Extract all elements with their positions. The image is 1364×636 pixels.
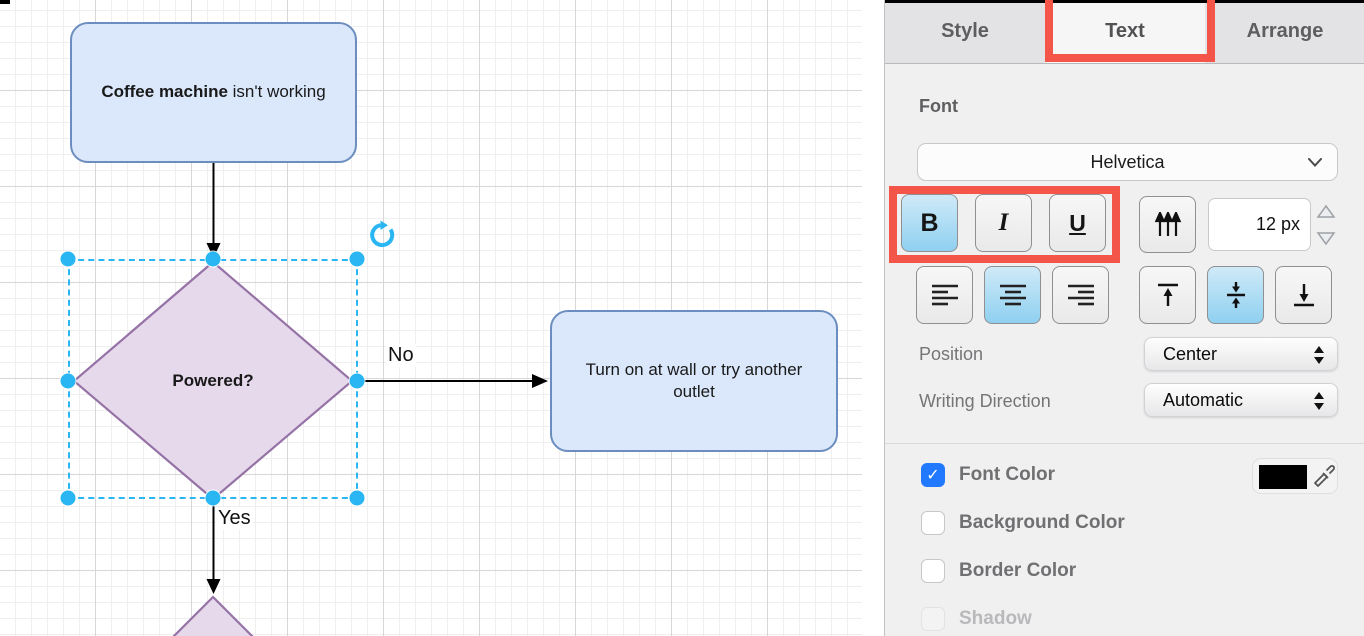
position-select[interactable]: Center (1144, 337, 1338, 371)
align-center-icon (998, 283, 1028, 307)
valign-bottom-button[interactable] (1275, 266, 1332, 324)
eyedropper-icon (1311, 464, 1337, 490)
position-label: Position (919, 344, 983, 365)
tab-arrange[interactable]: Arrange (1205, 0, 1364, 63)
color-swatch (1259, 465, 1307, 489)
background-color-checkbox[interactable] (921, 511, 945, 535)
align-right-button[interactable] (1052, 266, 1109, 324)
edge-powered-outlet[interactable] (358, 374, 548, 388)
node-turn-on-outlet[interactable]: Turn on at wall or try another outlet (550, 310, 838, 452)
font-family-dropdown[interactable]: Helvetica (917, 143, 1338, 181)
font-size-input[interactable]: 12 px (1208, 198, 1311, 251)
edge-start-powered[interactable] (207, 163, 221, 258)
italic-button[interactable]: I (975, 194, 1032, 252)
background-color-label: Background Color (959, 512, 1125, 534)
font-color-row: ✓ Font Color (921, 463, 1055, 487)
tab-text[interactable]: Text (1045, 0, 1205, 63)
valign-bottom-icon (1290, 281, 1318, 309)
align-left-button[interactable] (916, 266, 973, 324)
underline-icon: U (1069, 210, 1086, 237)
diagram-canvas[interactable]: Coffee machine isn't working Powered? Tu… (0, 0, 884, 636)
resize-handle-w[interactable] (61, 374, 76, 389)
writing-direction-value: Automatic (1163, 390, 1243, 411)
bold-button[interactable]: B (901, 194, 958, 252)
writing-direction-label: Writing Direction (919, 391, 1051, 412)
font-color-checkbox[interactable]: ✓ (921, 463, 945, 487)
node-label-rest: isn't working (228, 82, 326, 101)
font-section-label: Font (919, 96, 958, 117)
checkmark-icon: ✓ (926, 467, 939, 483)
valign-top-button[interactable] (1139, 266, 1196, 324)
text-direction-button[interactable] (1139, 196, 1196, 253)
font-size-value: 12 px (1256, 214, 1300, 235)
font-color-label: Font Color (959, 464, 1055, 486)
writing-direction-select[interactable]: Automatic (1144, 383, 1338, 417)
valign-middle-icon (1222, 281, 1250, 309)
background-color-row: Background Color (921, 511, 1125, 535)
node-coffee-machine[interactable]: Coffee machine isn't working (70, 22, 357, 163)
chevron-down-icon (1308, 158, 1322, 167)
panel-top-border (885, 0, 1364, 3)
resize-handle-s[interactable] (206, 491, 221, 506)
resize-handle-se[interactable] (350, 491, 365, 506)
position-value: Center (1163, 344, 1217, 365)
tab-style[interactable]: Style (885, 0, 1045, 63)
app-window: Coffee machine isn't working Powered? Tu… (0, 0, 1364, 636)
rotate-icon[interactable] (367, 220, 397, 250)
stepper-arrows-icon (1315, 200, 1337, 250)
vertical-arrows-icon (1153, 212, 1183, 238)
shadow-checkbox (921, 607, 945, 631)
format-panel: Style Text Arrange Font Helvetica B I U (884, 0, 1364, 636)
format-tabbar: Style Text Arrange (885, 0, 1364, 64)
resize-handle-e[interactable] (350, 374, 365, 389)
shadow-row: Shadow (921, 607, 1032, 631)
node-coffee-machine-label: Coffee machine isn't working (101, 81, 325, 103)
node-outlet-label: Turn on at wall or try another outlet (566, 359, 822, 404)
updown-arrows-icon (1313, 345, 1325, 365)
section-divider (885, 443, 1364, 444)
edge-label-no[interactable]: No (386, 344, 416, 367)
resize-handle-ne[interactable] (350, 252, 365, 267)
underline-button[interactable]: U (1049, 194, 1106, 252)
italic-icon: I (999, 209, 1009, 237)
font-size-stepper[interactable] (1315, 200, 1337, 250)
border-color-row: Border Color (921, 559, 1076, 583)
shadow-label: Shadow (959, 608, 1032, 630)
selection-rectangle (68, 259, 358, 499)
align-center-button[interactable] (984, 266, 1041, 324)
valign-middle-button[interactable] (1207, 266, 1264, 324)
resize-handle-n[interactable] (206, 252, 221, 267)
resize-handle-sw[interactable] (61, 491, 76, 506)
node-label-bold-part: Coffee machine (101, 82, 228, 101)
resize-handle-nw[interactable] (61, 252, 76, 267)
align-right-icon (1066, 283, 1096, 307)
bold-icon: B (920, 209, 938, 238)
valign-top-icon (1154, 281, 1182, 309)
updown-arrows-icon (1313, 391, 1325, 411)
edge-label-yes[interactable]: Yes (216, 507, 253, 530)
font-color-swatch-button[interactable] (1252, 458, 1338, 494)
decision-diamond-next[interactable] (119, 597, 307, 636)
border-color-label: Border Color (959, 560, 1076, 582)
font-family-value: Helvetica (1090, 152, 1164, 173)
border-color-checkbox[interactable] (921, 559, 945, 583)
align-left-icon (930, 283, 960, 307)
